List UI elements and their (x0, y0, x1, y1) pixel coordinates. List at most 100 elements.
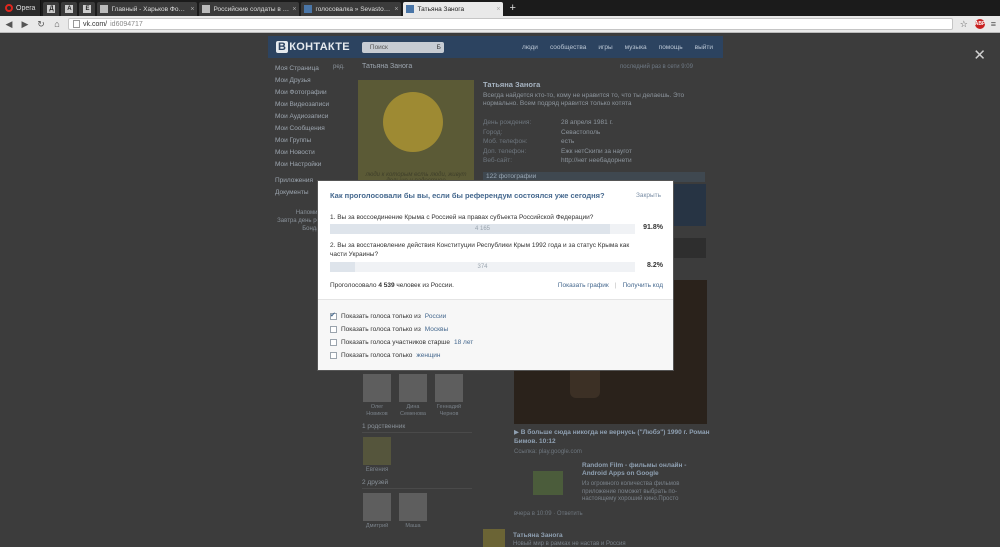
site-favicon-icon: Д (47, 5, 56, 13)
tab-title: Российские солдаты в Кр (213, 5, 290, 13)
info-key: Город: (483, 128, 503, 136)
new-tab-button[interactable]: + (509, 0, 515, 16)
filter-highlight[interactable]: России (425, 313, 446, 320)
info-value: Ежк нетСкипи за наугот (561, 147, 632, 155)
filter-checkbox[interactable] (330, 311, 337, 320)
filter-women[interactable]: Показать голоса только женщин (330, 349, 661, 362)
poll-vote-count: 4 165 (474, 226, 490, 232)
filter-age[interactable]: Показать голоса участников старше 18 лет (330, 336, 661, 349)
audio-source[interactable]: Ссылка: play.google.com (514, 449, 582, 455)
vk-top-nav: люди сообщества игры музыка помощь выйти (522, 44, 713, 51)
nav-help[interactable]: помощь (659, 44, 683, 51)
friends2-label: 2 друзей (362, 479, 472, 489)
filter-highlight[interactable]: женщин (416, 352, 440, 359)
filter-checkbox[interactable] (330, 339, 337, 346)
link-separator: | (614, 282, 617, 289)
post-author[interactable]: Татьяна Занога (513, 532, 563, 539)
friend-item[interactable]: Олег Новиков (362, 374, 392, 417)
nav-people[interactable]: люди (522, 44, 538, 51)
menu-photos[interactable]: Мои Фотографии (275, 87, 355, 99)
menu-news[interactable]: Мои Новости (275, 147, 355, 159)
photo-thumbnail[interactable] (670, 238, 706, 258)
relative-item[interactable]: Евгения (362, 437, 392, 473)
pinned-tab[interactable]: Д (43, 2, 60, 16)
poll-result-bar: 374 (330, 262, 635, 272)
relative-name: Евгения (365, 467, 389, 473)
bookmark-star-icon[interactable]: ☆ (959, 19, 969, 30)
home-icon[interactable]: ⌂ (52, 19, 62, 29)
last-seen-text: последний раз в сети 9:09 (620, 64, 693, 70)
nav-music[interactable]: музыка (625, 44, 647, 51)
vk-search-input[interactable]: Поиск (361, 41, 444, 53)
filter-checkbox[interactable] (330, 326, 337, 333)
vk-logo[interactable]: В КОНТАКТЕ (276, 41, 350, 53)
adblock-icon[interactable]: ABP (974, 19, 985, 29)
browser-menu-icon[interactable]: ≡ (991, 19, 996, 29)
browser-tab-bar: Opera Д A E Главный - Харьков Форум × Ро… (0, 0, 1000, 16)
menu-messages[interactable]: Мои Сообщения (275, 123, 355, 135)
back-arrow-icon[interactable]: ◀ (4, 19, 14, 30)
browser-tab-active[interactable]: Татьяна Занога × (403, 2, 504, 16)
browser-tab[interactable]: Российские солдаты в Кр × (199, 2, 300, 16)
close-tab-icon[interactable]: × (292, 6, 296, 13)
filter-highlight[interactable]: Москвы (425, 326, 448, 333)
close-overlay-icon[interactable]: ✕ (973, 46, 986, 64)
menu-audio[interactable]: Мои Аудиозаписи (275, 111, 355, 123)
forward-arrow-icon[interactable]: ▶ (20, 19, 30, 30)
close-tab-icon[interactable]: × (190, 6, 194, 13)
browser-tab[interactable]: голосовалка » Sevastopol × (301, 2, 402, 16)
audio-track[interactable]: ▶ В больше сюда никогда не вернусь ("Люб… (514, 428, 714, 446)
site-favicon-icon (100, 5, 109, 13)
site-favicon-icon: E (83, 5, 92, 13)
vk-header: ВКОНТАКТЕ Поиск люди сообщества игры муз… (268, 36, 723, 58)
close-tab-icon[interactable]: × (496, 6, 500, 13)
voted-prefix: Проголосовало (330, 282, 377, 289)
post-timestamp[interactable]: вчера в 10:09 · Ответить (514, 511, 583, 517)
close-tab-icon[interactable]: × (394, 6, 398, 13)
opera-menu-button[interactable]: Opera (0, 0, 42, 16)
pinned-tab[interactable]: A (61, 2, 78, 16)
menu-groups[interactable]: Мои Группы (275, 135, 355, 147)
close-button[interactable]: Закрыть (636, 192, 661, 199)
filter-moscow[interactable]: Показать голоса только из Москвы (330, 323, 661, 336)
pinned-tab[interactable]: E (79, 2, 96, 16)
nav-games[interactable]: игры (598, 44, 612, 51)
friend-name: Маша (405, 523, 421, 529)
url-field[interactable]: vk.com/id6094717 (68, 18, 953, 30)
get-code-link[interactable]: Получить код (622, 282, 663, 289)
menu-settings[interactable]: Мои Настройки (275, 159, 355, 171)
friend-avatar (399, 493, 427, 521)
friend-name: Олег Новиков (366, 404, 388, 417)
info-value[interactable]: 28 апреля 1981 г. (561, 118, 613, 128)
info-key: Моб. телефон: (483, 138, 528, 145)
page-icon (73, 20, 80, 28)
friend-item[interactable]: Дмитрий (362, 493, 392, 530)
menu-friends[interactable]: Мои Друзья (275, 75, 355, 87)
show-graph-link[interactable]: Показать график (558, 282, 609, 289)
post-author-avatar[interactable] (483, 529, 505, 547)
browser-tab[interactable]: Главный - Харьков Форум × (97, 2, 198, 16)
edit-link[interactable]: ред. (333, 64, 345, 70)
info-value[interactable]: http://нет неебадорнети (561, 156, 632, 166)
friend-item[interactable]: Маша (398, 493, 428, 530)
profile-breadcrumb: Татьяна Занога (362, 63, 413, 70)
friends-block: Олег Новиков Дина Семенова Геннадий Черн… (362, 374, 472, 530)
link-description: Из огромного количества фильмов приложен… (582, 481, 680, 502)
poll-percent: 8.2% (647, 262, 663, 269)
filter-russia[interactable]: Показать голоса только из России (330, 310, 661, 323)
tab-title: Главный - Харьков Форум (111, 5, 188, 13)
menu-videos[interactable]: Мои Видеозаписи (275, 99, 355, 111)
poll-result-bar: 4 165 (330, 224, 635, 234)
filter-checkbox[interactable] (330, 352, 337, 359)
link-title[interactable]: Random Film - фильмы онлайн - Android Ap… (582, 462, 702, 478)
link-thumbnail[interactable] (533, 471, 563, 495)
nav-logout[interactable]: выйти (695, 44, 713, 51)
nav-communities[interactable]: сообщества (550, 44, 586, 51)
reload-icon[interactable]: ↻ (36, 19, 46, 30)
opera-label: Opera (16, 4, 36, 12)
friend-item[interactable]: Геннадий Чернов (434, 374, 464, 417)
filter-highlight[interactable]: 18 лет (454, 339, 473, 346)
photo-thumbnail[interactable] (670, 184, 706, 226)
friend-item[interactable]: Дина Семенова (398, 374, 428, 417)
info-value[interactable]: Севастополь (561, 128, 600, 138)
